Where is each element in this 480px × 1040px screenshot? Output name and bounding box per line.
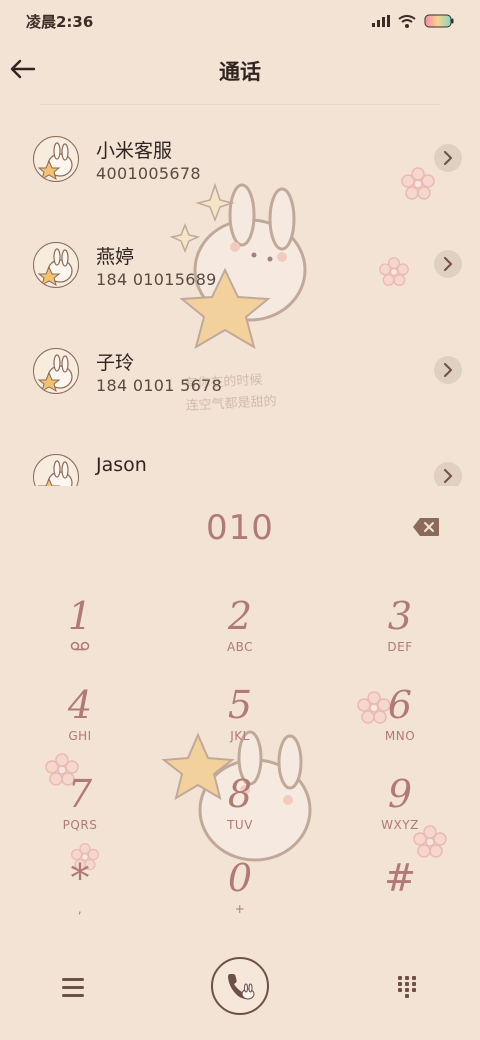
key-2[interactable]: 2 ABC	[180, 594, 300, 674]
key-digit: 5	[227, 683, 253, 727]
key-digit: 9	[387, 772, 413, 816]
contact-number: 184 0101 5678	[96, 376, 223, 395]
header: 通话	[0, 42, 480, 100]
call-log-item[interactable]: 燕婷 184 01015689	[0, 212, 480, 318]
menu-icon	[62, 985, 84, 989]
bunny-avatar-icon	[37, 354, 73, 393]
contact-name: Jason	[96, 454, 147, 476]
key-digit: 2	[227, 594, 253, 638]
key-1[interactable]: 1	[20, 594, 140, 674]
status-bar: 凌晨2:36	[0, 0, 480, 42]
call-log-item[interactable]: 子玲 184 0101 5678	[0, 318, 480, 424]
key-3[interactable]: 3 DEF	[340, 594, 460, 674]
dial-input-area: 010	[0, 500, 480, 556]
bunny-avatar-icon	[37, 142, 73, 181]
phone-icon	[228, 974, 255, 1000]
call-button[interactable]	[211, 957, 269, 1015]
bunny-avatar-icon	[37, 460, 73, 486]
key-9[interactable]: 9 WXYZ	[340, 772, 460, 852]
key-letters: TUV	[227, 818, 253, 832]
menu-icon	[62, 993, 84, 997]
key-letters: DEF	[387, 640, 413, 654]
call-log-item[interactable]: Jason	[0, 424, 480, 486]
avatar	[33, 136, 79, 182]
key-digit: 1	[67, 594, 93, 638]
keypad-toggle-button[interactable]	[392, 972, 422, 1002]
dialed-number[interactable]: 010	[0, 508, 480, 548]
key-letters: JKL	[230, 729, 250, 743]
contact-detail-button[interactable]	[434, 356, 462, 384]
key-letters: +	[234, 902, 246, 916]
bunny-avatar-icon	[37, 248, 73, 287]
key-digit: 3	[387, 594, 413, 638]
chevron-right-icon	[444, 363, 453, 377]
contact-name: 子玲	[96, 352, 135, 374]
key-8[interactable]: 8 TUV	[180, 772, 300, 852]
chevron-right-icon	[444, 151, 453, 165]
contact-number: 184 01015689	[96, 270, 217, 289]
contact-number: 4001005678	[96, 164, 201, 183]
avatar	[33, 348, 79, 394]
key-star[interactable]: * ,	[20, 856, 140, 936]
status-icons	[372, 14, 454, 28]
key-digit: *	[70, 856, 90, 900]
key-letters: PQRS	[62, 818, 98, 832]
key-digit: 8	[227, 772, 253, 816]
key-0[interactable]: 0 +	[180, 856, 300, 936]
dialpad-icon	[398, 976, 416, 998]
menu-icon	[62, 977, 84, 981]
keypad: 1 2 ABC 3 DEF 4 GHI 5 JKL 6 MNO 7 PQRS 8…	[0, 588, 480, 928]
key-letters: ,	[77, 902, 83, 916]
signal-icon	[372, 15, 390, 27]
contact-detail-button[interactable]	[434, 462, 462, 486]
key-digit: #	[384, 856, 416, 900]
key-7[interactable]: 7 PQRS	[20, 772, 140, 852]
contact-name: 燕婷	[96, 246, 135, 268]
avatar	[33, 242, 79, 288]
key-digit: 4	[67, 683, 93, 727]
call-log-item[interactable]: 小米客服 4001005678	[0, 106, 480, 212]
key-6[interactable]: 6 MNO	[340, 683, 460, 763]
key-letters: WXYZ	[381, 818, 419, 832]
key-letters: GHI	[68, 729, 92, 743]
menu-button[interactable]	[58, 972, 88, 1002]
chevron-right-icon	[444, 469, 453, 483]
battery-icon	[424, 14, 454, 28]
wifi-icon	[398, 14, 416, 28]
chevron-right-icon	[444, 257, 453, 271]
key-digit: 6	[387, 683, 413, 727]
backspace-icon	[413, 518, 439, 536]
contact-detail-button[interactable]	[434, 250, 462, 278]
key-digit: 0	[227, 856, 253, 900]
backspace-button[interactable]	[410, 514, 442, 540]
call-log-list: 小米客服 4001005678 燕婷 184 01015689 子玲 184 0…	[0, 106, 480, 486]
key-letters: ABC	[226, 640, 254, 654]
key-digit: 7	[67, 772, 93, 816]
avatar	[33, 454, 79, 486]
key-4[interactable]: 4 GHI	[20, 683, 140, 763]
contact-detail-button[interactable]	[434, 144, 462, 172]
page-title: 通话	[219, 60, 261, 84]
key-5[interactable]: 5 JKL	[180, 683, 300, 763]
key-letters: MNO	[384, 729, 416, 743]
status-time: 凌晨2:36	[26, 12, 94, 31]
bottom-action-bar	[0, 952, 480, 1020]
voicemail-icon	[20, 638, 140, 656]
contact-name: 小米客服	[96, 140, 173, 162]
key-hash[interactable]: #	[340, 856, 460, 936]
divider	[40, 104, 440, 105]
dialer-screen: 有你在的时候 连空气都是甜的 凌晨2:36 通话 小米客服 4001005678…	[0, 0, 480, 1040]
